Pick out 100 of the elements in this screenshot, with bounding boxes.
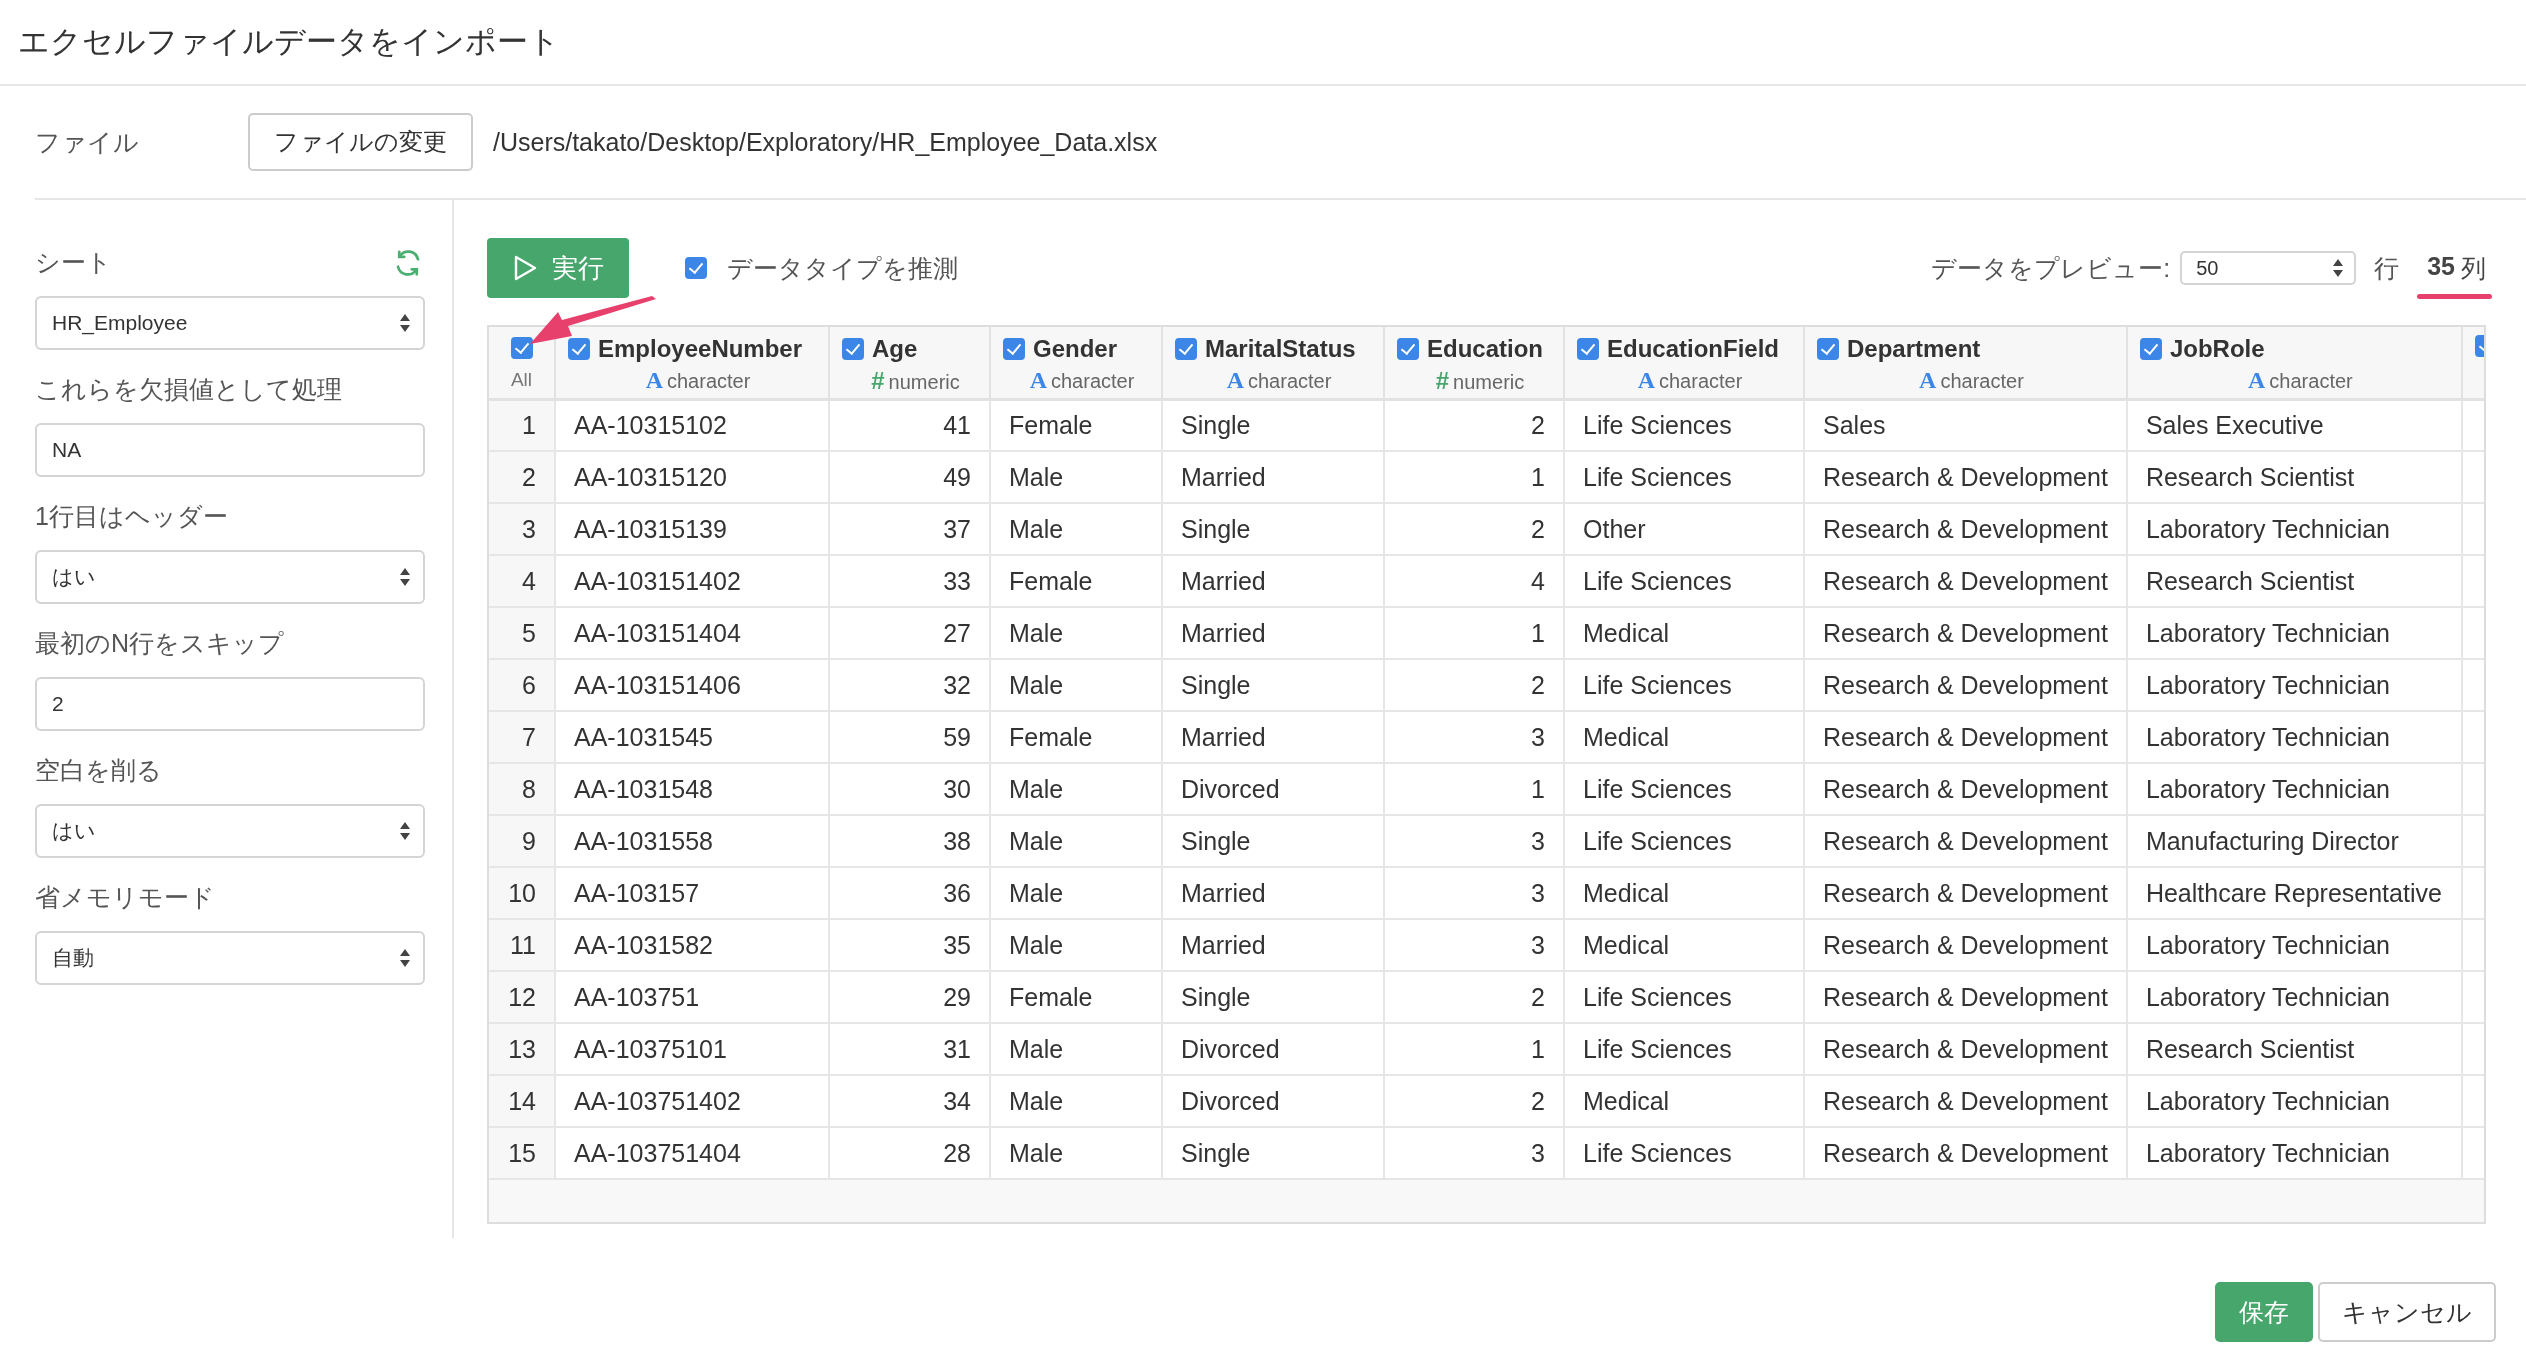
table-cell: AA-10315139 [555, 503, 829, 555]
table-cell: Life Sciences [1564, 555, 1804, 607]
input-field[interactable]: 2 [35, 677, 425, 731]
table-cell: AA-1031545 [555, 711, 829, 763]
table-cell: Life Sciences [1564, 1023, 1804, 1075]
table-cell: Laboratory Technician [2126, 919, 2462, 971]
updown-arrows-icon [399, 566, 411, 588]
table-cell: Male [990, 1023, 1162, 1075]
table-cell: 41 [829, 399, 990, 451]
checkbox[interactable] [510, 337, 533, 359]
table-cell: 3 [1384, 815, 1564, 867]
checkbox[interactable] [1003, 338, 1025, 360]
table-cell: Research & Development [1804, 815, 2127, 867]
table-cell: Male [990, 763, 1162, 815]
table-cell: AA-103151404 [555, 607, 829, 659]
table-cell: AA-103151406 [555, 659, 829, 711]
checkbox[interactable] [568, 338, 590, 360]
column-type: character [2269, 370, 2353, 393]
table-cell: Laboratory Technician [2126, 971, 2462, 1023]
checkbox[interactable] [1577, 338, 1599, 360]
field-label: 省メモリモード [35, 882, 215, 913]
columns-unit: 列 [2461, 252, 2486, 284]
table-cell: Medical [1564, 919, 1804, 971]
table-cell: Research & Development [1804, 763, 2127, 815]
row-number: 3 [489, 503, 555, 555]
checkbox[interactable] [1817, 338, 1839, 360]
type-icon: # [1435, 367, 1450, 395]
table-cell: AA-103751402 [555, 1075, 829, 1127]
table-cell: Life Sciences [1564, 451, 1804, 503]
table-cell: AA-10315120 [555, 451, 829, 503]
row-number: 15 [489, 1127, 555, 1179]
type-icon: A [645, 367, 663, 394]
table-cell: AA-10315102 [555, 399, 829, 451]
file-label: ファイル [35, 126, 140, 158]
input-field[interactable]: NA [35, 423, 425, 477]
field-label: シート [35, 247, 112, 278]
table-cell: 2 [1384, 1075, 1564, 1127]
change-file-button[interactable]: ファイルの変更 [248, 113, 473, 171]
table-cell: Single [1162, 1127, 1384, 1179]
select-field[interactable]: HR_Employee [35, 296, 425, 350]
table-cell: Research & Development [1804, 503, 2127, 555]
table-cell: 2 [1384, 503, 1564, 555]
updown-arrows-icon [399, 820, 411, 842]
row-number: 11 [489, 919, 555, 971]
table-cell: AA-1031558 [555, 815, 829, 867]
table-cell: 28 [829, 1127, 990, 1179]
table-cell: Research & Development [1804, 1023, 2127, 1075]
cancel-button[interactable]: キャンセル [2318, 1282, 2496, 1342]
table-cell: 3 [1384, 919, 1564, 971]
column-name: Department [1847, 335, 1981, 363]
table-cell: 38 [829, 815, 990, 867]
checkbox[interactable] [1175, 338, 1197, 360]
select-field[interactable]: はい [35, 550, 425, 604]
table-cell: 1 [1384, 1023, 1564, 1075]
column-name: MaritalStatus [1205, 335, 1356, 363]
table-cell: 3 [1384, 867, 1564, 919]
field-label: これらを欠損値として処理 [35, 374, 342, 405]
table-cell: Male [990, 1127, 1162, 1179]
table-cell: 37 [829, 503, 990, 555]
select-field[interactable]: はい [35, 804, 425, 858]
table-cell: Laboratory Technician [2126, 607, 2462, 659]
table-cell: Research & Development [1804, 867, 2127, 919]
checkbox[interactable] [685, 257, 707, 279]
table-cell: Married [1162, 555, 1384, 607]
row-number: 5 [489, 607, 555, 659]
checkbox-label: データタイプを推測 [727, 252, 958, 284]
table-cell: Laboratory Technician [2126, 1075, 2462, 1127]
table-cell: Life Sciences [1564, 815, 1804, 867]
column-name: Gender [1033, 335, 1118, 363]
table-cell: Life Sciences [1564, 763, 1804, 815]
table-cell: 59 [829, 711, 990, 763]
table-cell: Sales Executive [2126, 399, 2462, 451]
preview-rows-select[interactable]: 50 [2180, 251, 2357, 285]
table-cell: Research & Development [1804, 711, 2127, 763]
table-cell: Female [990, 711, 1162, 763]
table-cell: 36 [829, 867, 990, 919]
play-icon [512, 254, 538, 282]
column-type: character [1659, 370, 1743, 393]
table-cell: 27 [829, 607, 990, 659]
checkbox[interactable] [1397, 338, 1419, 360]
select-field[interactable]: 自動 [35, 931, 425, 985]
table-cell: Female [990, 399, 1162, 451]
table-cell: Laboratory Technician [2126, 763, 2462, 815]
type-icon: A [1919, 367, 1937, 394]
table-cell: Research & Development [1804, 555, 2127, 607]
table-cell: Male [990, 451, 1162, 503]
column-type: numeric [888, 371, 960, 394]
checkbox[interactable] [2139, 338, 2162, 360]
table-cell: Married [1162, 451, 1384, 503]
table-cell: Sales [1804, 399, 2127, 451]
table-cell: 32 [829, 659, 990, 711]
type-icon: A [1637, 367, 1655, 394]
checkbox[interactable] [842, 338, 864, 360]
column-name: Age [872, 335, 918, 363]
table-cell: Female [990, 971, 1162, 1023]
type-icon: # [871, 367, 885, 395]
column-name: EmployeeNumber [598, 335, 803, 363]
table-cell: AA-103151402 [555, 555, 829, 607]
row-number: 6 [489, 659, 555, 711]
table-cell: Male [990, 607, 1162, 659]
